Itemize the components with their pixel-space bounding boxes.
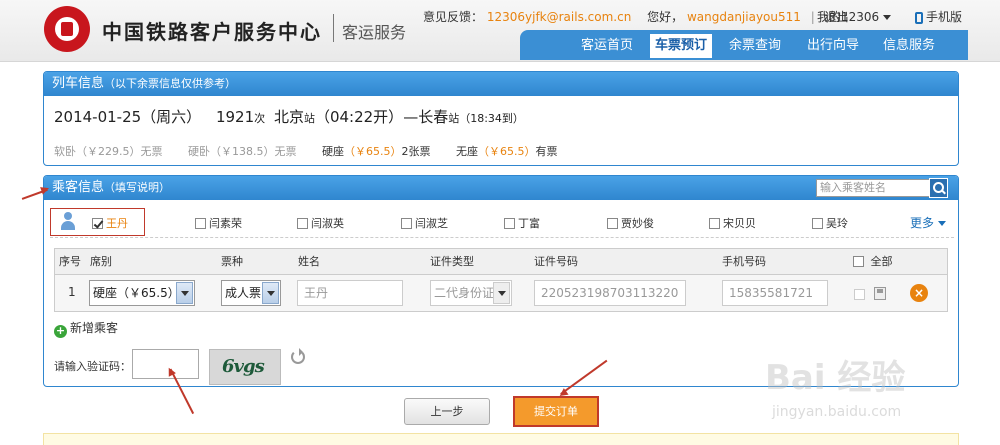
passenger-option[interactable]: 宋贝贝 [709,215,756,231]
col-id-type: 证件类型 [430,255,474,268]
id-type-select[interactable]: 二代身份证 [430,280,512,306]
name-field[interactable]: 王丹 [297,280,403,306]
train-info-header: 列车信息（以下余票信息仅供参考） [44,72,958,96]
depart-time: （04:22开） [314,108,404,126]
ticket-type-select[interactable]: 成人票 [221,280,281,306]
passenger-option[interactable]: 丁富 [504,215,540,231]
feedback-label: 意见反馈： [423,10,484,24]
col-ticket-type: 票种 [221,255,243,268]
id-number-field[interactable]: 220523198703113220 [534,280,686,306]
seat-hard-sleeper: 硬卧（￥138.5）无票 [188,145,297,158]
seat-hard-seat: 硬座（￥65.5）2张票 [322,145,431,158]
save-icon[interactable] [874,287,886,300]
travel-date: 2014-01-25（周六） [54,108,202,126]
passenger-table: 序号 席别 票种 姓名 证件类型 证件号码 手机号码 全部 1 硬座（￥65.5… [54,248,948,312]
seat-availability: 软卧（￥229.5）无票 硬卧（￥138.5）无票 硬座（￥65.5）2张票 无… [54,143,580,159]
notice-strip [43,433,959,445]
passenger-option[interactable]: 吴玲 [812,215,848,231]
previous-step-button[interactable]: 上一步 [404,398,490,425]
table-header: 序号 席别 票种 姓名 证件类型 证件号码 手机号码 全部 [55,249,947,275]
top-links: 意见反馈： 12306yjfk@rails.com.cn 您好， wangdan… [423,10,849,24]
my12306-menu[interactable]: 我的12306 [817,8,892,25]
from-station-suffix: 站 [303,112,315,125]
more-passengers-link[interactable]: 更多 [910,214,946,231]
passenger-option[interactable]: 贾妙俊 [607,215,654,231]
select-all-checkbox[interactable] [853,256,864,267]
col-phone: 手机号码 [722,255,766,268]
passenger-option[interactable]: 闫淑芝 [401,215,448,231]
passenger-option[interactable]: 闫淑英 [297,215,344,231]
row-seq: 1 [68,285,76,299]
nav-info-service[interactable]: 信息服务 [876,34,942,58]
phone-icon [915,11,923,24]
mobile-label: 手机版 [926,10,963,24]
train-info-title: 列车信息 [52,76,105,91]
greeting-label: 您好， [647,10,684,24]
plus-icon: + [54,324,67,338]
route-dash: — [403,108,419,126]
captcha-image[interactable]: 6vgs [209,349,281,385]
site-title: 中国铁路客户服务中心 [102,20,322,44]
chevron-down-icon[interactable] [493,282,510,304]
feedback-email-link[interactable]: 12306yjfk@rails.com.cn [487,10,631,24]
passenger-info-title: 乘客信息 [52,180,105,195]
captcha-input[interactable] [132,349,199,379]
phone-field[interactable]: 15835581721 [722,280,828,306]
nav-travel-guide[interactable]: 出行向导 [800,34,866,58]
chevron-down-icon [938,221,946,226]
chevron-down-icon[interactable] [176,282,193,304]
col-seat: 席别 [90,255,112,268]
nav-home[interactable]: 客运首页 [574,34,640,58]
checkbox-checked-icon[interactable] [92,218,103,229]
passenger-search-input[interactable]: 输入乘客姓名 [816,179,930,197]
row-checkbox[interactable] [854,289,865,300]
seat-select[interactable]: 硬座（￥65.5） [89,280,195,306]
train-number-suffix: 次 [254,112,266,125]
main-nav: 客运首页 车票预订 余票查询 出行向导 信息服务 [520,30,968,60]
to-station: 长春 [418,108,449,126]
table-row: 1 硬座（￥65.5） 成人票 王丹 二代身份证 220523198703113… [55,275,947,311]
passenger-info-panel: 乘客信息（填写说明） 输入乘客姓名 王丹 闫素荣 闫淑英 闫淑芝 丁富 贾妙俊 … [43,175,959,387]
train-info-note: （以下余票信息仅供参考） [104,77,237,90]
site-subtitle: 客运服务 [342,23,407,42]
chevron-down-icon [883,15,892,20]
passenger-list: 王丹 闫素荣 闫淑英 闫淑芝 丁富 贾妙俊 宋贝贝 吴玲 更多 [50,206,954,238]
captcha-label: 请输入验证码： [54,360,131,373]
seat-soft-sleeper: 软卧（￥229.5）无票 [54,145,163,158]
title-divider [333,14,334,42]
col-name: 姓名 [298,255,320,268]
watermark-url: jingyan.baidu.com [772,404,902,420]
refresh-icon[interactable] [291,348,305,364]
from-station: 北京 [273,108,304,126]
passenger-option[interactable]: 王丹 [92,215,128,231]
search-icon[interactable] [929,178,948,198]
train-number: 1921 [215,108,255,126]
col-id-number: 证件号码 [534,255,578,268]
train-summary: 2014-01-25（周六） 1921次 北京站（04:22开）—长春站（18:… [54,106,524,127]
nav-remaining-tickets[interactable]: 余票查询 [722,34,788,58]
site-header: 中国铁路客户服务中心 客运服务 意见反馈： 12306yjfk@rails.co… [0,0,1000,62]
seat-no-seat: 无座（￥65.5）有票 [456,145,558,158]
submit-order-button[interactable]: 提交订单 [513,396,599,427]
nav-ticket-booking[interactable]: 车票预订 [650,34,712,58]
arrive-time: （18:34到） [459,112,524,125]
col-seq: 序号 [59,255,81,268]
add-passenger-button[interactable]: + 新增乘客 [54,319,118,338]
chevron-down-icon[interactable] [262,282,279,304]
select-all[interactable]: 全部 [853,249,893,275]
mobile-link[interactable]: 手机版 [915,8,962,25]
fill-instructions-link[interactable]: （填写说明） [104,181,170,194]
my12306-label: 我的12306 [817,10,880,24]
username-link[interactable]: wangdanjiayou511 [687,10,801,24]
delete-icon[interactable]: × [910,284,928,302]
passenger-option[interactable]: 闫素荣 [195,215,242,231]
railway-logo-icon[interactable] [44,6,90,52]
train-info-panel: 列车信息（以下余票信息仅供参考） 2014-01-25（周六） 1921次 北京… [43,71,959,166]
user-icon [60,212,76,230]
to-station-suffix: 站 [448,112,460,125]
